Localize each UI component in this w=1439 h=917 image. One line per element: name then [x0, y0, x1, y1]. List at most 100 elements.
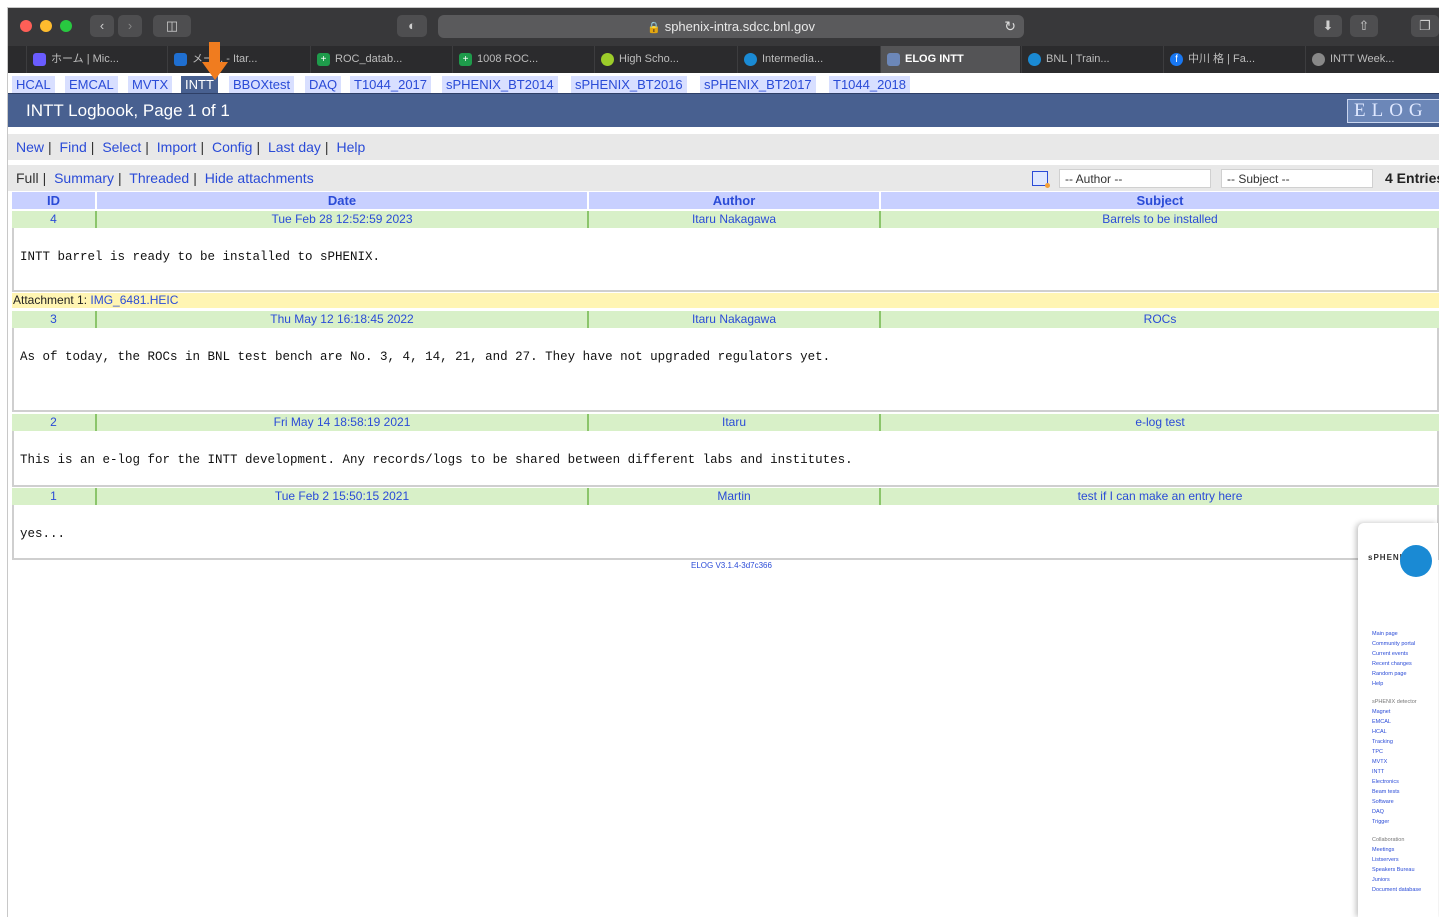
url-text: sphenix-intra.sdcc.bnl.gov [664, 19, 815, 34]
logbook-tab[interactable]: EMCAL [65, 76, 118, 93]
preview-link[interactable]: MVTX [1372, 757, 1421, 767]
threaded-link[interactable]: Threaded [129, 170, 189, 186]
hide-attachments-link[interactable]: Hide attachments [205, 170, 314, 186]
arrow-annotation-icon [202, 42, 228, 80]
entry-id[interactable]: 4 [12, 211, 95, 228]
preview-link[interactable]: Current events [1372, 649, 1421, 659]
preview-link[interactable]: Help [1372, 679, 1421, 689]
subject-filter-select[interactable]: -- Subject -- [1221, 169, 1373, 188]
config-link[interactable]: Config [212, 139, 252, 155]
logbook-tab[interactable]: T1044_2018 [829, 76, 911, 93]
preview-group-heading: sPHENIX detector [1372, 699, 1417, 705]
preview-link[interactable]: Meetings [1372, 845, 1421, 855]
preview-link[interactable]: Beam tests [1372, 787, 1421, 797]
subject-column-header[interactable]: Subject [879, 192, 1439, 209]
entry-date[interactable]: Tue Feb 2 15:50:15 2021 [95, 488, 587, 505]
find-link[interactable]: Find [60, 139, 87, 155]
browser-tab-active[interactable]: ELOG INTT [880, 46, 1020, 73]
browser-window: ‹ › ◫ ◐ 🔒 sphenix-intra.sdcc.bnl.gov ↻ ⬇ … [8, 8, 1439, 917]
entry-subject[interactable]: Barrels to be installed [879, 211, 1439, 228]
preview-link[interactable]: Recent changes [1372, 659, 1421, 669]
logbook-tab[interactable]: sPHENIX_BT2016 [571, 76, 687, 93]
preview-link[interactable]: Listservers [1372, 855, 1421, 865]
preview-link[interactable]: Document database [1372, 885, 1421, 895]
browser-tab[interactable]: INTT Week... [1305, 46, 1439, 73]
preview-link[interactable]: DAQ [1372, 807, 1421, 817]
attachment-link[interactable]: IMG_6481.HEIC [90, 293, 178, 307]
zoom-window-button[interactable] [60, 20, 72, 32]
entry-id[interactable]: 3 [12, 311, 95, 328]
import-link[interactable]: Import [157, 139, 197, 155]
entry-id[interactable]: 2 [12, 414, 95, 431]
entry-date[interactable]: Tue Feb 28 12:52:59 2023 [95, 211, 587, 228]
browser-tab[interactable]: f 中川 格 | Fa... [1163, 46, 1303, 73]
minimize-window-button[interactable] [40, 20, 52, 32]
preview-link[interactable]: Tracking [1372, 737, 1421, 747]
preview-link[interactable]: Main page [1372, 629, 1421, 639]
logbook-tab[interactable]: BBOXtest [229, 76, 295, 93]
entry-date[interactable]: Fri May 14 18:58:19 2021 [95, 414, 587, 431]
preview-link[interactable]: INTT [1372, 767, 1421, 777]
last-day-link[interactable]: Last day [268, 139, 321, 155]
preview-window[interactable]: sPHENIX Main page Community portal Curre… [1358, 523, 1438, 917]
browser-tab[interactable]: Intermedia... [737, 46, 859, 73]
tab-overview-button[interactable]: ❐ [1411, 15, 1439, 37]
entry-subject[interactable]: ROCs [879, 311, 1439, 328]
preview-link[interactable]: Electronics [1372, 777, 1421, 787]
entry-body: yes... [12, 505, 1439, 560]
table-row[interactable]: 3 Thu May 12 16:18:45 2022 Itaru Nakagaw… [12, 311, 1439, 328]
help-link[interactable]: Help [336, 139, 365, 155]
version-footer[interactable]: ELOG V3.1.4-3d7c366 [8, 561, 1439, 570]
id-column-header[interactable]: ID [12, 192, 95, 209]
forward-button[interactable]: › [118, 15, 142, 37]
logbook-tab[interactable]: DAQ [305, 76, 342, 93]
elog-logo[interactable]: ELOG [1347, 99, 1439, 123]
logbook-tab[interactable]: sPHENIX_BT2017 [700, 76, 816, 93]
logbook-tab[interactable]: T1044_2017 [350, 76, 432, 93]
back-button[interactable]: ‹ [90, 15, 114, 37]
author-column-header[interactable]: Author [587, 192, 879, 209]
browser-tab[interactable]: BNL | Train... [1021, 46, 1161, 73]
browser-tab[interactable]: ホーム | Mic... [26, 46, 148, 73]
browser-tab[interactable]: High Scho... [594, 46, 716, 73]
sidebar-toggle-button[interactable]: ◫ [153, 15, 191, 37]
summary-link[interactable]: Summary [54, 170, 114, 186]
entry-author[interactable]: Itaru Nakagawa [587, 311, 879, 328]
preview-link[interactable]: Community portal [1372, 639, 1421, 649]
table-row[interactable]: 1 Tue Feb 2 15:50:15 2021 Martin test if… [12, 488, 1439, 505]
entry-date[interactable]: Thu May 12 16:18:45 2022 [95, 311, 587, 328]
browser-tab[interactable]: + ROC_datab... [310, 46, 432, 73]
preview-link[interactable]: HCAL [1372, 727, 1421, 737]
preview-link[interactable]: Software [1372, 797, 1421, 807]
preview-link[interactable]: Juniors [1372, 875, 1421, 885]
date-column-header[interactable]: Date [95, 192, 587, 209]
preview-link[interactable]: EMCAL [1372, 717, 1421, 727]
privacy-shield-icon[interactable]: ◐ [397, 15, 427, 37]
select-link[interactable]: Select [102, 139, 141, 155]
entry-subject[interactable]: e-log test [879, 414, 1439, 431]
entry-subject[interactable]: test if I can make an entry here [879, 488, 1439, 505]
downloads-button[interactable]: ⬇ [1314, 15, 1342, 37]
close-window-button[interactable] [20, 20, 32, 32]
logbook-tab[interactable]: HCAL [12, 76, 55, 93]
browser-tab[interactable]: +1008 ROC... [452, 46, 574, 73]
entry-author[interactable]: Martin [587, 488, 879, 505]
entry-id[interactable]: 1 [12, 488, 95, 505]
share-button[interactable]: ⇧ [1350, 15, 1378, 37]
logbook-tab[interactable]: MVTX [128, 76, 173, 93]
entry-author[interactable]: Itaru [587, 414, 879, 431]
table-row[interactable]: 2 Fri May 14 18:58:19 2021 Itaru e-log t… [12, 414, 1439, 431]
author-filter-select[interactable]: -- Author -- [1059, 169, 1211, 188]
entry-author[interactable]: Itaru Nakagawa [587, 211, 879, 228]
address-bar[interactable]: 🔒 sphenix-intra.sdcc.bnl.gov ↻ [438, 15, 1024, 38]
table-row[interactable]: 4 Tue Feb 28 12:52:59 2023 Itaru Nakagaw… [12, 211, 1439, 228]
preview-link[interactable]: Random page [1372, 669, 1421, 679]
preview-link[interactable]: Speakers Bureau [1372, 865, 1421, 875]
preview-link[interactable]: Trigger [1372, 817, 1421, 827]
new-link[interactable]: New [16, 139, 44, 155]
logbook-tab[interactable]: sPHENIX_BT2014 [442, 76, 558, 93]
calendar-icon[interactable] [1032, 171, 1050, 188]
reload-icon[interactable]: ↻ [1004, 15, 1016, 38]
preview-link[interactable]: Magnet [1372, 707, 1421, 717]
preview-link[interactable]: TPC [1372, 747, 1421, 757]
